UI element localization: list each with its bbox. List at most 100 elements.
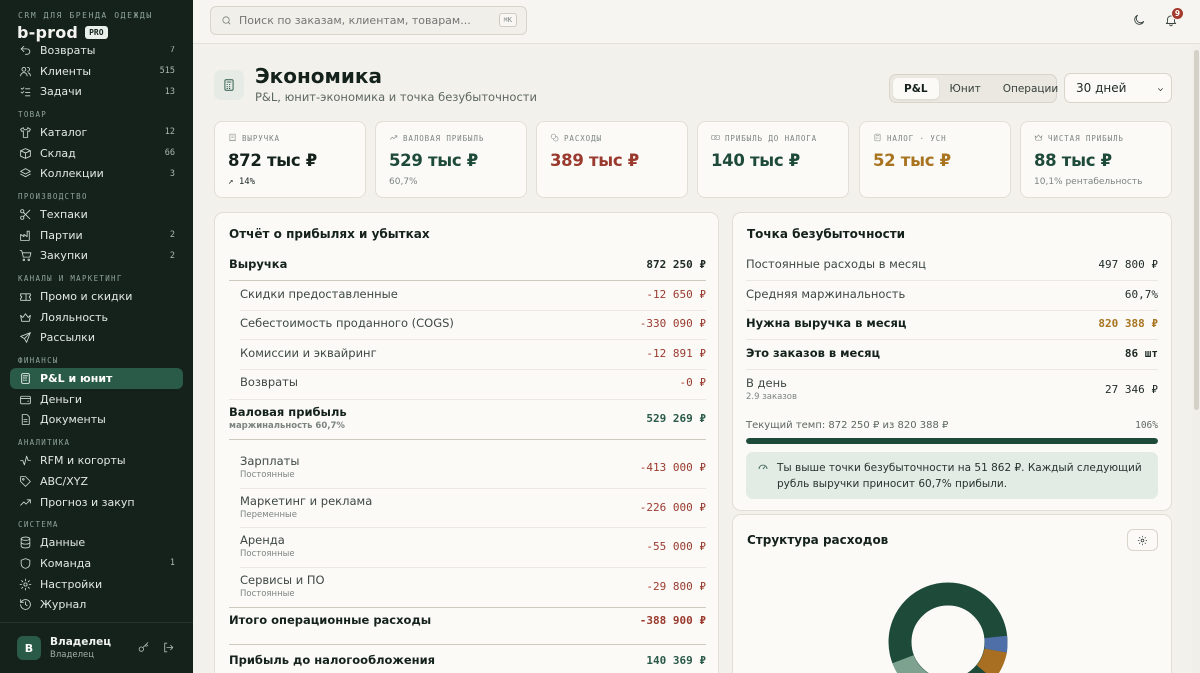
sidebar-item-возвраты[interactable]: Возвраты 7 <box>0 46 193 61</box>
brand-name: b-prod <box>17 23 79 42</box>
pace-percent: 106% <box>1135 420 1158 431</box>
sidebar-item-настройки[interactable]: Настройки <box>0 574 193 595</box>
period-value: 30 дней <box>1076 81 1127 95</box>
kpi-card: РАСХОДЫ 389 тыс ₽ <box>536 121 688 198</box>
sidebar-item-партии[interactable]: Партии 2 <box>0 225 193 246</box>
pace-progress-fill <box>746 438 1158 444</box>
breakeven-title: Точка безубыточности <box>747 227 906 241</box>
pl-row-name: Валовая прибыль маржинальность 60,7% <box>229 405 347 431</box>
sidebar-item-рассылки[interactable]: Рассылки <box>0 328 193 349</box>
notification-badge: 9 <box>1171 7 1184 20</box>
database-icon <box>18 536 32 550</box>
pl-row: Итого операционные расходы -388 900 ₽ <box>229 613 706 627</box>
kpi-card: ВЫРУЧКА 872 тыс ₽ ↗ 14% <box>214 121 366 198</box>
sidebar-item-label: Рассылки <box>40 331 95 345</box>
sidebar-item-label: Данные <box>40 536 86 550</box>
nav-section-heading: ТОВАР <box>18 110 48 120</box>
breakeven-row-name: Постоянные расходы в месяц <box>746 257 926 271</box>
pl-row-name: Выручка <box>229 257 287 271</box>
avatar[interactable]: В <box>17 636 41 660</box>
pl-row-label: Себестоимость проданного (COGS) <box>240 316 454 330</box>
page-scrollbar[interactable] <box>1192 44 1200 673</box>
receipt-icon <box>228 133 237 144</box>
pl-row-value: -388 900 ₽ <box>639 613 706 627</box>
layers-icon <box>18 167 32 181</box>
search-box[interactable]: ⌘K <box>210 6 527 35</box>
pl-divider <box>229 607 706 608</box>
nav-section-heading: СИСТЕМА <box>18 520 59 530</box>
pl-divider <box>240 339 706 340</box>
breakeven-row-value: 820 388 ₽ <box>1098 316 1158 330</box>
sidebar-item-count: 12 <box>164 127 175 138</box>
kpi-subtext: 60,7% <box>389 177 418 187</box>
pl-row-label: Сервисы и ПО <box>240 573 325 587</box>
breakeven-row-name: Это заказов в месяц <box>746 346 880 360</box>
pace-row: Текущий темп: 872 250 ₽ из 820 388 ₽ 106… <box>746 420 1158 431</box>
view-tabs: P&L Юнит Операции <box>889 74 1058 103</box>
pl-row-name: Сервисы и ПО Постоянные <box>240 573 325 599</box>
sidebar-item-p-l-и-юнит[interactable]: P&L и юнит <box>10 368 183 389</box>
sidebar-item-закупки[interactable]: Закупки 2 <box>0 246 193 267</box>
sidebar-item-label: Клиенты <box>40 64 92 78</box>
sidebar-item-коллекции[interactable]: Коллекции 3 <box>0 163 193 184</box>
breakeven-row-note: 2.9 заказов <box>746 392 798 402</box>
kpi-value: 529 тыс ₽ <box>389 151 478 170</box>
sidebar-item-abc-xyz[interactable]: ABC/XYZ <box>0 471 193 492</box>
pace-progress-bar <box>746 438 1158 444</box>
tab-operations[interactable]: Операции <box>992 78 1069 99</box>
breakeven-row-label: В день <box>746 376 787 390</box>
pl-row-note: Постоянные <box>240 549 295 559</box>
pl-row-name: Прибыль до налогообложения <box>229 653 435 667</box>
sidebar-item-деньги[interactable]: Деньги <box>0 389 193 410</box>
gear-icon <box>18 577 32 591</box>
sidebar-item-лояльность[interactable]: Лояльность <box>0 307 193 328</box>
sidebar-item-промо-и-скидки[interactable]: Промо и скидки <box>0 286 193 307</box>
breakeven-row: Постоянные расходы в месяц 497 800 ₽ <box>746 257 1158 271</box>
sidebar-item-команда[interactable]: Команда 1 <box>0 553 193 574</box>
sidebar-item-rfm-и-когорты[interactable]: RFM и когорты <box>0 450 193 471</box>
pl-divider <box>229 399 706 400</box>
sidebar-item-задачи[interactable]: Задачи 13 <box>0 81 193 102</box>
breakeven-panel: Точка безубыточности Текущий темп: 872 2… <box>732 212 1172 511</box>
pl-row-label: Итого операционные расходы <box>229 613 432 627</box>
pl-row: Валовая прибыль маржинальность 60,7% 529 2… <box>229 405 706 431</box>
sidebar-item-каталог[interactable]: Каталог 12 <box>0 122 193 143</box>
sidebar-item-label: Лояльность <box>40 310 108 324</box>
user-name: Владелец <box>50 636 111 648</box>
moon-icon[interactable] <box>1132 12 1146 31</box>
sidebar-item-прогноз-и-закуп[interactable]: Прогноз и закуп <box>0 492 193 513</box>
sidebar-item-данные[interactable]: Данные <box>0 532 193 553</box>
pro-badge: PRO <box>85 26 108 39</box>
kpi-value: 52 тыс ₽ <box>873 151 951 170</box>
pl-row-value: 529 269 ₽ <box>646 411 706 425</box>
bell-icon[interactable]: 9 <box>1164 7 1184 31</box>
kpi-label-text: ВЫРУЧКА <box>242 134 280 143</box>
sidebar-nav[interactable]: Возвраты 7 Клиенты 515 Задачи 13 ТОВАР Каталог 1… <box>0 46 193 622</box>
sidebar-item-count: 515 <box>159 66 175 77</box>
pl-row-label: Аренда <box>240 533 285 547</box>
sidebar-item-техпаки[interactable]: Техпаки <box>0 204 193 225</box>
period-select[interactable]: 30 дней <box>1064 73 1172 103</box>
breakeven-note: Ты выше точки безубыточности на 51 862 ₽… <box>746 452 1158 499</box>
sidebar-item-label: Журнал <box>40 598 87 612</box>
search-input[interactable] <box>239 14 489 27</box>
activity-icon <box>18 454 32 468</box>
sidebar-item-count: 2 <box>169 250 175 261</box>
tab-pl[interactable]: P&L <box>893 78 939 99</box>
key-icon[interactable] <box>137 639 150 658</box>
tab-unit[interactable]: Юнит <box>939 78 992 99</box>
kpi-label-text: ВАЛОВАЯ ПРИБЫЛЬ <box>403 134 485 143</box>
pl-report-panel: Отчёт о прибылях и убытках Выручка 872 25… <box>214 212 719 673</box>
kpi-value: 872 тыс ₽ <box>228 151 317 170</box>
sidebar-item-журнал[interactable]: Журнал <box>0 594 193 615</box>
expenses-structure-panel: Структура расходов <box>732 514 1172 673</box>
calculator-icon <box>214 70 244 100</box>
kpi-label: ПРИБЫЛЬ ДО НАЛОГА <box>711 133 835 144</box>
kpi-label: ВЫРУЧКА <box>228 133 352 144</box>
scrollbar-thumb[interactable] <box>1194 50 1199 410</box>
brand-logo[interactable]: b-prod PRO <box>17 23 108 42</box>
sidebar-item-документы[interactable]: Документы <box>0 410 193 431</box>
logout-icon[interactable] <box>162 639 175 658</box>
sidebar-item-клиенты[interactable]: Клиенты 515 <box>0 61 193 82</box>
sidebar-item-склад[interactable]: Склад 66 <box>0 143 193 164</box>
